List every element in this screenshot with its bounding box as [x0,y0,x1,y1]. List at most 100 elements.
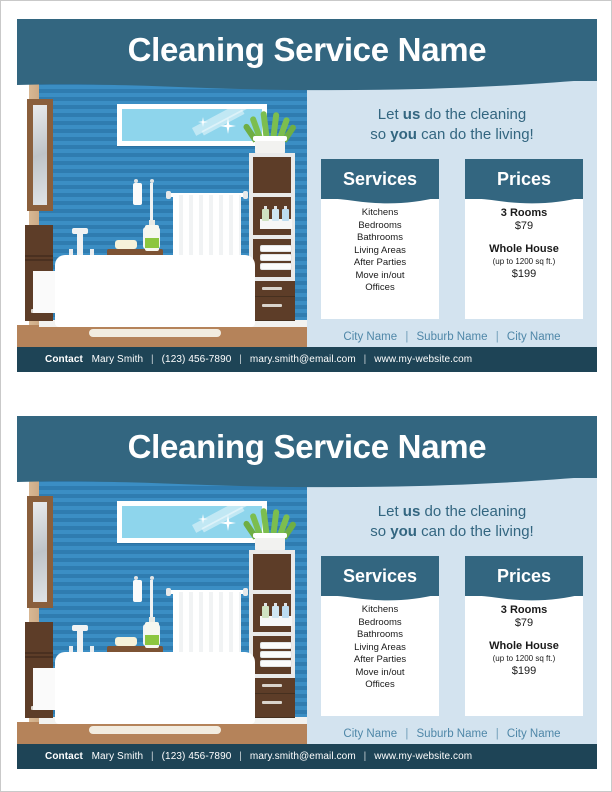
contact-bar: Contact Mary Smith | (123) 456-7890 | ma… [17,347,597,372]
price-note: (up to 1200 sq ft.) [492,653,556,663]
soap-bar-icon [115,240,137,249]
price-value: $199 [511,268,537,280]
tagline-line-2: so you can do the living! [370,126,534,143]
contact-separator: | [363,751,367,762]
list-item: Bathrooms [357,629,403,640]
services-list: Kitchens Bedrooms Bathrooms Living Areas… [321,604,439,692]
bottle-icon [282,206,289,221]
folded-towels [260,640,292,670]
location-item: City Name [506,728,561,740]
card-wave-divider [321,193,439,204]
mirror-glass [122,506,262,538]
location-item: Suburb Name [416,728,488,740]
bath-faucet-icon [72,625,88,654]
mirror-glass [122,109,262,141]
list-item: Bathrooms [357,232,403,243]
service-locations: City Name | Suburb Name | City Name [307,728,597,740]
bathroom-illustration [17,77,307,347]
tagline: Let us do the cleaning so you can do the… [307,502,597,542]
contact-separator: | [151,354,154,365]
contact-label: Contact [45,354,83,365]
contact-bar: Contact Mary Smith | (123) 456-7890 | ma… [17,744,597,769]
list-item: Offices [365,282,395,293]
price-spacer [465,232,583,243]
contact-separator: | [151,751,154,762]
service-locations: City Name | Suburb Name | City Name [307,331,597,343]
shelf-compartment [253,636,292,674]
shelf-drawers [249,678,295,718]
contact-separator: | [363,354,367,365]
list-item: Bedrooms [358,219,402,231]
bottle-icon [272,603,279,618]
list-item: After Parties [353,257,407,268]
card-wave-divider [465,590,583,601]
hanging-cloth [133,183,142,205]
bath-mat [89,329,221,337]
location-item: City Name [343,728,398,740]
price-name: 3 Rooms [500,604,548,616]
cards-row: Services Kitchens Bedrooms Bathrooms Liv… [307,556,597,718]
tagline: Let us do the cleaning so you can do the… [307,105,597,145]
soap-bar-icon [115,637,137,646]
bottle-icon [262,603,269,618]
services-card: Services Kitchens Bedrooms Bathrooms Liv… [321,159,439,319]
services-list: Kitchens Bedrooms Bathrooms Living Areas… [321,207,439,295]
location-separator: | [495,331,499,343]
flyer-copy-1: Cleaning Service Name Let us do the clea… [17,19,597,372]
price-note: (up to 1200 sq ft.) [492,256,556,266]
contact-email[interactable]: mary.smith@email.com [250,751,356,762]
soap-bottle-icon [145,220,159,251]
list-item: Living Areas [354,641,406,653]
contact-separator: | [239,354,242,365]
tagline-line-2: so you can do the living! [370,523,534,540]
tagline-line-1: Let us do the cleaning [377,106,527,123]
cards-row: Services Kitchens Bedrooms Bathrooms Liv… [307,159,597,321]
flyer-copy-2: Cleaning Service Name Let us do the clea… [17,416,597,769]
list-item: Move in/out [355,269,405,281]
bathroom-illustration [17,474,307,744]
list-item: After Parties [353,654,407,665]
shelf-drawers [249,281,295,321]
list-item: Kitchens [361,207,399,218]
bottle-icon [282,603,289,618]
bath-mat [89,726,221,734]
shelf-unit [249,153,295,321]
location-separator: | [405,728,409,740]
contact-phone: (123) 456-7890 [161,751,232,762]
list-item: Move in/out [355,666,405,678]
services-card: Services Kitchens Bedrooms Bathrooms Liv… [321,556,439,716]
list-item: Kitchens [361,604,399,615]
location-item: City Name [343,331,398,343]
bathtub [55,652,255,724]
contact-website[interactable]: www.my-website.com [374,354,472,365]
prices-card: Prices 3 Rooms $79 Whole House (up to 12… [465,159,583,319]
bottle-icon [262,206,269,221]
contact-phone: (123) 456-7890 [161,354,232,365]
prices-list: 3 Rooms $79 Whole House (up to 1200 sq f… [465,207,583,281]
price-value: $79 [514,219,534,232]
card-wave-divider [465,193,583,204]
location-item: Suburb Name [416,331,488,343]
shelf-unit [249,550,295,718]
price-spacer [465,629,583,640]
tagline-line-1: Let us do the cleaning [377,503,527,520]
contact-email[interactable]: mary.smith@email.com [250,354,356,365]
location-separator: | [405,331,409,343]
location-item: City Name [506,331,561,343]
wall-mirror-icon [27,99,53,211]
shelf-compartment [253,554,291,590]
bottle-icon [272,206,279,221]
page-title: Cleaning Service Name [127,428,487,465]
hanging-cloth [133,580,142,602]
shelf-compartment [253,157,291,193]
contact-separator: | [239,751,242,762]
price-name: 3 Rooms [500,207,548,219]
card-wave-divider [321,590,439,601]
wall-mirror-icon [27,496,53,608]
price-name: Whole House [489,640,559,652]
contact-website[interactable]: www.my-website.com [374,751,472,762]
contact-name: Mary Smith [91,354,144,365]
shelf-compartment [253,197,292,235]
contact-label: Contact [45,751,83,762]
price-name: Whole House [489,243,559,255]
